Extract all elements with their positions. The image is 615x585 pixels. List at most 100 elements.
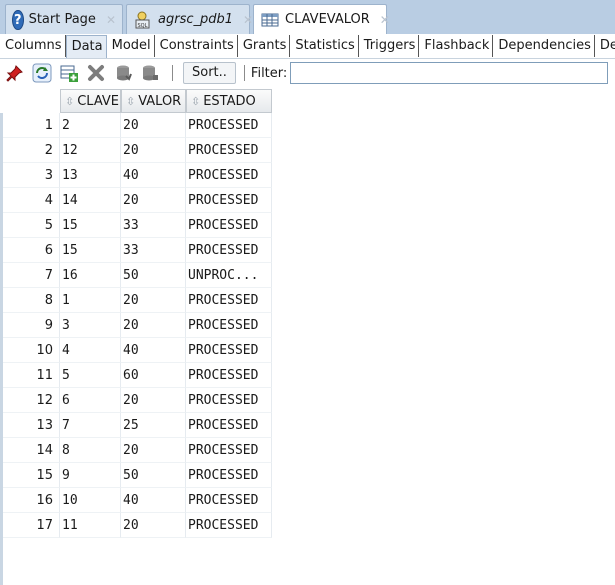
cell-valor[interactable]: 33 <box>121 238 186 263</box>
filter-input[interactable] <box>290 62 609 84</box>
commit-icon[interactable] <box>111 61 135 85</box>
cell-valor[interactable]: 40 <box>121 488 186 513</box>
tab-data[interactable]: Data <box>65 34 107 58</box>
cell-valor[interactable]: 50 <box>121 463 186 488</box>
table-row[interactable]: 3 13 40 PROCESSED <box>0 163 272 188</box>
cell-clave[interactable]: 15 <box>60 213 121 238</box>
cell-valor[interactable]: 20 <box>121 138 186 163</box>
cell-valor[interactable]: 20 <box>121 113 186 138</box>
tab-constraints[interactable]: Constraints <box>155 35 238 57</box>
cell-valor[interactable]: 20 <box>121 388 186 413</box>
cell-clave[interactable]: 10 <box>60 488 121 513</box>
cell-valor[interactable]: 40 <box>121 338 186 363</box>
close-icon[interactable]: ✕ <box>243 13 253 27</box>
tab-grants[interactable]: Grants <box>238 35 291 57</box>
cell-estado[interactable]: PROCESSED <box>186 238 272 263</box>
cell-valor[interactable]: 20 <box>121 288 186 313</box>
row-number: 8 <box>0 288 60 313</box>
close-icon[interactable]: ✕ <box>380 13 390 27</box>
table-row[interactable]: 4 14 20 PROCESSED <box>0 188 272 213</box>
close-icon[interactable]: ✕ <box>106 13 116 27</box>
sort-arrows-icon: ⇳ <box>65 94 75 108</box>
tab-sql-worksheet[interactable]: SQL agrsc_pdb1 ✕ <box>126 4 253 34</box>
sort-button[interactable]: Sort.. <box>183 62 236 84</box>
cell-clave[interactable]: 5 <box>60 363 121 388</box>
table-row[interactable]: 1 2 20 PROCESSED <box>0 113 272 138</box>
cell-estado[interactable]: PROCESSED <box>186 388 272 413</box>
cell-valor[interactable]: 20 <box>121 313 186 338</box>
cell-clave[interactable]: 15 <box>60 238 121 263</box>
tab-triggers[interactable]: Triggers <box>359 35 420 57</box>
insert-row-icon[interactable] <box>57 61 81 85</box>
row-number: 5 <box>0 213 60 238</box>
tab-flashback[interactable]: Flashback <box>419 35 494 57</box>
cell-estado[interactable]: PROCESSED <box>186 488 272 513</box>
cell-estado[interactable]: UNPROC... <box>186 263 272 288</box>
cell-clave[interactable]: 7 <box>60 413 121 438</box>
cell-estado[interactable]: PROCESSED <box>186 163 272 188</box>
cell-clave[interactable]: 9 <box>60 463 121 488</box>
table-row[interactable]: 8 1 20 PROCESSED <box>0 288 272 313</box>
cell-clave[interactable]: 6 <box>60 388 121 413</box>
column-header-clave[interactable]: ⇳ CLAVE <box>60 89 121 113</box>
tab-dependencies[interactable]: Dependencies <box>493 35 595 57</box>
table-row[interactable]: 7 16 50 UNPROC... <box>0 263 272 288</box>
table-row[interactable]: 2 12 20 PROCESSED <box>0 138 272 163</box>
table-row[interactable]: 16 10 40 PROCESSED <box>0 488 272 513</box>
cell-valor[interactable]: 50 <box>121 263 186 288</box>
tab-details[interactable]: Details <box>595 35 615 57</box>
cell-clave[interactable]: 14 <box>60 188 121 213</box>
cell-valor[interactable]: 20 <box>121 188 186 213</box>
row-number: 11 <box>0 363 60 388</box>
cell-clave[interactable]: 1 <box>60 288 121 313</box>
cell-valor[interactable]: 33 <box>121 213 186 238</box>
tab-clavevalor[interactable]: CLAVEVALOR ✕ <box>253 4 390 34</box>
cell-valor[interactable]: 20 <box>121 438 186 463</box>
cell-clave[interactable]: 4 <box>60 338 121 363</box>
table-row[interactable]: 10 4 40 PROCESSED <box>0 338 272 363</box>
table-row[interactable]: 17 11 20 PROCESSED <box>0 513 272 538</box>
table-row[interactable]: 12 6 20 PROCESSED <box>0 388 272 413</box>
tab-start-page[interactable]: ? Start Page ✕ <box>5 4 123 34</box>
tab-columns[interactable]: Columns <box>0 35 66 57</box>
toolbar-separator <box>172 65 173 81</box>
cell-estado[interactable]: PROCESSED <box>186 288 272 313</box>
cell-estado[interactable]: PROCESSED <box>186 438 272 463</box>
cell-clave[interactable]: 12 <box>60 138 121 163</box>
cell-estado[interactable]: PROCESSED <box>186 338 272 363</box>
cell-clave[interactable]: 3 <box>60 313 121 338</box>
table-row[interactable]: 15 9 50 PROCESSED <box>0 463 272 488</box>
cell-estado[interactable]: PROCESSED <box>186 363 272 388</box>
table-row[interactable]: 9 3 20 PROCESSED <box>0 313 272 338</box>
table-row[interactable]: 13 7 25 PROCESSED <box>0 413 272 438</box>
cell-estado[interactable]: PROCESSED <box>186 413 272 438</box>
table-row[interactable]: 11 5 60 PROCESSED <box>0 363 272 388</box>
cell-clave[interactable]: 11 <box>60 513 121 538</box>
cell-clave[interactable]: 2 <box>60 113 121 138</box>
cell-clave[interactable]: 8 <box>60 438 121 463</box>
refresh-icon[interactable] <box>30 61 54 85</box>
cell-estado[interactable]: PROCESSED <box>186 138 272 163</box>
table-row[interactable]: 5 15 33 PROCESSED <box>0 213 272 238</box>
pin-icon[interactable] <box>3 61 27 85</box>
table-row[interactable]: 6 15 33 PROCESSED <box>0 238 272 263</box>
rollback-icon[interactable] <box>138 61 162 85</box>
cell-estado[interactable]: PROCESSED <box>186 188 272 213</box>
table-row[interactable]: 14 8 20 PROCESSED <box>0 438 272 463</box>
cell-valor[interactable]: 40 <box>121 163 186 188</box>
cell-estado[interactable]: PROCESSED <box>186 513 272 538</box>
cell-clave[interactable]: 16 <box>60 263 121 288</box>
cell-clave[interactable]: 13 <box>60 163 121 188</box>
cell-valor[interactable]: 25 <box>121 413 186 438</box>
cell-valor[interactable]: 60 <box>121 363 186 388</box>
tab-statistics[interactable]: Statistics <box>290 35 359 57</box>
cell-estado[interactable]: PROCESSED <box>186 313 272 338</box>
tab-model[interactable]: Model <box>107 35 155 57</box>
delete-row-icon[interactable] <box>84 61 108 85</box>
cell-estado[interactable]: PROCESSED <box>186 213 272 238</box>
cell-estado[interactable]: PROCESSED <box>186 463 272 488</box>
cell-estado[interactable]: PROCESSED <box>186 113 272 138</box>
column-header-estado[interactable]: ⇳ ESTADO <box>186 89 272 113</box>
column-header-valor[interactable]: ⇳ VALOR <box>121 89 186 113</box>
cell-valor[interactable]: 20 <box>121 513 186 538</box>
